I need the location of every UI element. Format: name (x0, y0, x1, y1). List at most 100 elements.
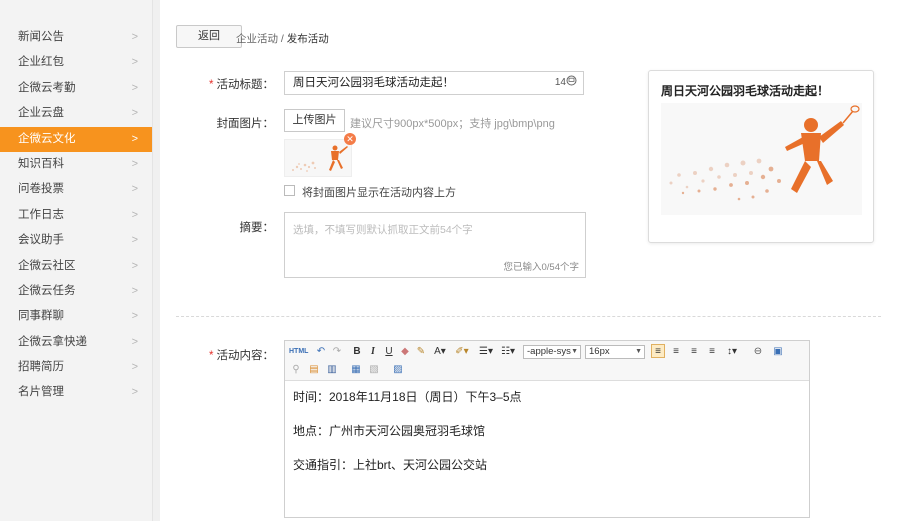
summary-field-label: 摘要： (239, 222, 275, 234)
preview-title: 周日天河公园羽毛球活动走起！ (661, 84, 830, 98)
format-painter-icon[interactable]: ✎ (415, 345, 427, 359)
highlight-icon[interactable]: ✐▾ (453, 345, 471, 359)
preview-icon[interactable]: ▨ (391, 363, 405, 377)
align-justify-icon[interactable]: ≡ (705, 345, 719, 359)
sidebar-item-label: 工作日志 (18, 208, 64, 221)
show-cover-label: 将封面图片显示在活动内容上方 (302, 187, 456, 199)
sidebar-item[interactable]: 招聘简历 > (0, 355, 152, 380)
sidebar-item-label: 招聘简历 (18, 361, 64, 374)
badminton-player-image (292, 145, 348, 172)
chevron-right-icon: > (131, 284, 138, 297)
link-icon[interactable]: ⊖ (751, 345, 765, 359)
bold-icon[interactable]: B (351, 345, 363, 359)
table-props-icon[interactable]: ▧ (367, 363, 381, 377)
sidebar-item[interactable]: 问卷投票 > (0, 177, 152, 202)
unlink-icon[interactable]: ⚲ (289, 363, 303, 377)
chevron-right-icon: > (131, 234, 138, 247)
sidebar-item[interactable]: 知识百科 > (0, 152, 152, 177)
sidebar-item-label: 问卷投票 (18, 183, 64, 196)
show-cover-checkbox[interactable] (284, 185, 295, 196)
rich-text-editor[interactable]: HTML ↶ ↷ B I U ◆ ✎ A▾ ✐▾ ☰▾ ☷▾ -apple-sy… (284, 340, 810, 518)
redo-icon[interactable]: ↷ (331, 345, 343, 359)
chevron-right-icon: > (131, 107, 138, 120)
title-input[interactable]: 周日天河公园羽毛球活动走起！ 14 (284, 71, 584, 95)
sidebar-item-label: 会议助手 (18, 234, 64, 247)
required-mark: * (209, 350, 214, 362)
sidebar-item[interactable]: 企微云文化 > (0, 126, 152, 152)
sidebar-item[interactable]: 工作日志 > (0, 203, 152, 228)
sidebar-item[interactable]: 企微云拿快递 > (0, 330, 152, 355)
sidebar-item-label: 企业红包 (18, 56, 64, 69)
sidebar-item[interactable]: 名片管理 > (0, 380, 152, 405)
sidebar-item-label: 企微云拿快递 (18, 335, 87, 348)
eraser-icon[interactable]: ◆ (399, 345, 411, 359)
cover-thumbnail (284, 139, 352, 177)
cover-field-label: 封面图片： (216, 118, 275, 130)
sidebar-item[interactable]: 企微云考勤 > (0, 76, 152, 101)
chevron-right-icon: > (131, 208, 138, 221)
remove-cover-icon[interactable]: ✕ (344, 133, 356, 145)
sidebar-item[interactable]: 会议助手 > (0, 228, 152, 253)
font-size-select[interactable]: 16px ▼ (585, 345, 645, 359)
breadcrumb: 企业活动 / 发布活动 (236, 31, 329, 46)
badminton-player-image (669, 105, 860, 201)
editor-toolbar: HTML ↶ ↷ B I U ◆ ✎ A▾ ✐▾ ☰▾ ☷▾ -apple-sy… (285, 341, 809, 381)
sidebar-item-label: 名片管理 (18, 386, 64, 399)
font-color-icon[interactable]: A▾ (431, 345, 449, 359)
content-line-transport: 交通指引：上社brt、天河公园公交站 (293, 458, 488, 472)
sidebar-item[interactable]: 同事群聊 > (0, 304, 152, 329)
title-char-count-value: 14 (554, 77, 566, 88)
editor-content[interactable]: 时间：2018年11月18日（周日）下午3–5点 地点：广州市天河公园奥冠羽毛球… (285, 381, 809, 499)
insert-file-icon[interactable]: ▥ (325, 363, 339, 377)
undo-icon[interactable]: ↶ (315, 345, 327, 359)
line-height-icon[interactable]: ↕▾ (723, 345, 741, 359)
image-icon[interactable]: ▣ (771, 345, 785, 359)
insert-image-icon[interactable]: ▤ (307, 363, 321, 377)
content-field-label: * 活动内容： (164, 347, 274, 363)
title-char-count: 14 (555, 72, 577, 94)
chevron-right-icon: > (131, 31, 138, 43)
chevron-right-icon: > (131, 386, 138, 399)
main-panel: 返回 企业活动 / 发布活动 * 活动标题： 周日天河公园羽毛球活动走起！ 14 … (160, 0, 900, 521)
breadcrumb-parent[interactable]: 企业活动 (236, 33, 278, 45)
preview-card: 周日天河公园羽毛球活动走起！ (648, 70, 874, 243)
insert-table-icon[interactable]: ▦ (349, 363, 363, 377)
preview-image (661, 103, 862, 215)
unordered-list-icon[interactable]: ☷▾ (499, 345, 517, 359)
sidebar-item[interactable]: 企微云任务 > (0, 279, 152, 304)
sidebar-item-label: 企微云任务 (18, 284, 76, 297)
back-button[interactable]: 返回 (176, 25, 242, 48)
sidebar-item[interactable]: 企业红包 > (0, 50, 152, 75)
title-input-value: 周日天河公园羽毛球活动走起！ (293, 77, 454, 89)
emoji-icon[interactable] (566, 75, 577, 86)
sidebar-item[interactable]: 企业云盘 > (0, 101, 152, 126)
align-right-icon[interactable]: ≡ (687, 345, 701, 359)
sidebar-item[interactable]: 新闻公告 > (0, 25, 152, 50)
italic-icon[interactable]: I (367, 345, 379, 359)
sidebar-item-label: 同事群聊 (18, 310, 64, 323)
sidebar-item-label: 知识百科 (18, 157, 64, 170)
sidebar-item-label: 企微云社区 (18, 259, 76, 272)
content-line-time: 时间：2018年11月18日（周日）下午3–5点 (293, 390, 522, 404)
required-mark: * (209, 79, 214, 91)
font-family-select[interactable]: -apple-sys ▼ (523, 345, 581, 359)
chevron-right-icon: > (131, 81, 138, 94)
summary-char-count: 您已输入0/54个字 (503, 262, 580, 273)
sidebar-item-label: 企微云文化 (18, 132, 76, 145)
underline-icon[interactable]: U (383, 345, 395, 359)
chevron-right-icon: > (131, 361, 138, 374)
cover-size-hint: 建议尺寸900px*500px；支持 jpg\bmp\png (350, 118, 555, 130)
upload-image-button[interactable]: 上传图片 (284, 109, 345, 132)
summary-textarea[interactable]: 选填，不填写则默认抓取正文前54个字 您已输入0/54个字 (284, 212, 586, 278)
chevron-right-icon: > (131, 183, 138, 196)
html-source-icon[interactable]: HTML (289, 345, 308, 359)
ordered-list-icon[interactable]: ☰▾ (477, 345, 495, 359)
section-divider (176, 316, 881, 317)
title-field-label: * 活动标题： (164, 76, 274, 92)
align-left-icon[interactable]: ≡ (651, 344, 665, 358)
sidebar-item-label: 企业云盘 (18, 107, 64, 120)
sidebar-item[interactable]: 企微云社区 > (0, 254, 152, 279)
chevron-right-icon: > (131, 259, 138, 272)
align-center-icon[interactable]: ≡ (669, 345, 683, 359)
sidebar-item-label: 企微云考勤 (18, 81, 76, 94)
